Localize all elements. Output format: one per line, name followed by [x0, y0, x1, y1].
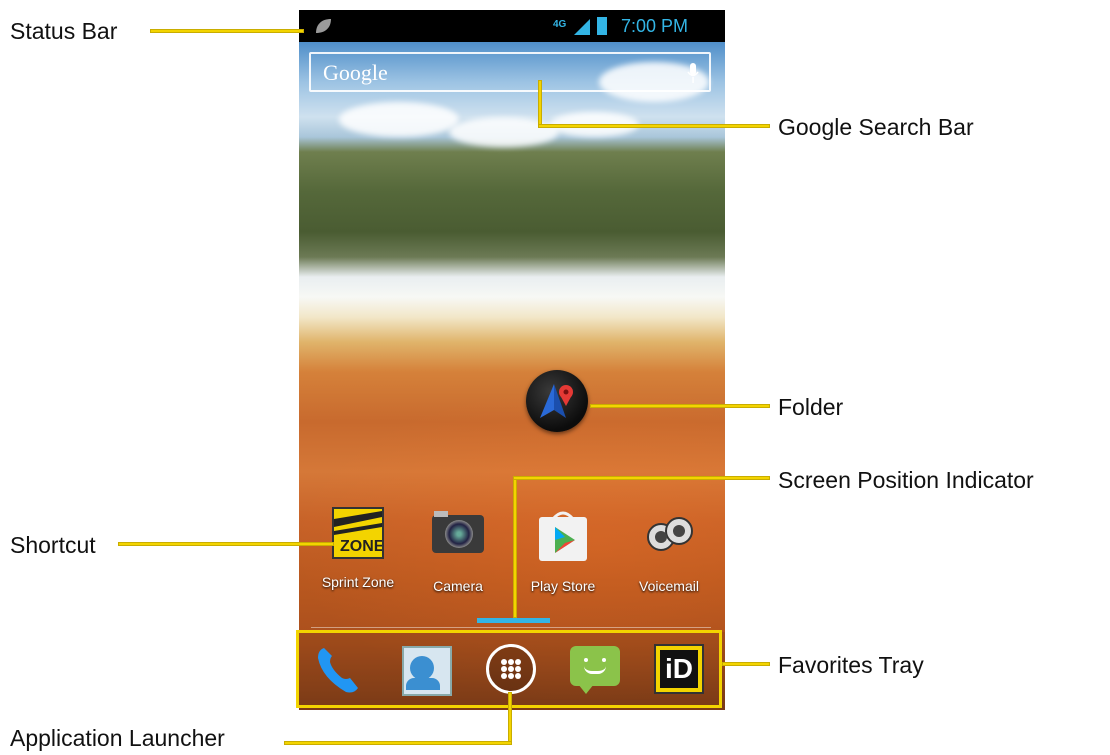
screen-position-indicator — [477, 618, 550, 623]
callout-line-search-vertical — [538, 80, 542, 126]
contacts-icon[interactable] — [396, 640, 456, 700]
callout-status-bar: Status Bar — [10, 18, 118, 44]
shortcut-play-store[interactable]: Play Store — [513, 507, 613, 594]
wallpaper — [299, 42, 725, 710]
shortcut-label: Voicemail — [639, 578, 699, 594]
callout-favorites-tray: Favorites Tray — [778, 652, 924, 678]
battery-icon — [597, 17, 607, 35]
status-bar: 4G 7:00 PM — [299, 10, 725, 42]
messaging-icon[interactable] — [566, 640, 626, 700]
svg-text:ZONE: ZONE — [340, 538, 382, 555]
app-launcher-icon[interactable] — [482, 640, 542, 700]
callout-line-status-bar — [150, 29, 304, 33]
callout-line-favorites-tray — [722, 662, 770, 666]
phone-icon[interactable] — [310, 640, 370, 700]
callout-application-launcher: Application Launcher — [10, 725, 225, 751]
shortcut-label: Camera — [433, 578, 483, 594]
notification-leaf-icon — [316, 19, 331, 33]
shortcut-label: Play Store — [530, 578, 596, 594]
callout-line-launcher-vertical — [508, 692, 512, 745]
google-logo-text: Google — [323, 60, 388, 85]
callout-line-indicator-horizontal — [513, 476, 770, 480]
play-store-icon — [535, 507, 591, 563]
navigation-icon — [540, 384, 573, 418]
callout-screen-position-indicator: Screen Position Indicator — [778, 467, 1034, 493]
network-type: 4G — [553, 19, 567, 30]
callout-line-shortcut — [118, 542, 334, 546]
shortcut-voicemail[interactable]: Voicemail — [619, 507, 719, 594]
shortcut-camera[interactable]: Camera — [408, 507, 508, 594]
callout-folder: Folder — [778, 394, 844, 420]
callout-line-launcher-horizontal — [284, 741, 512, 745]
phone-screen: 4G 7:00 PM Google ZONE Sprint Zone Camer… — [299, 10, 725, 710]
maps-folder[interactable] — [526, 370, 588, 432]
callout-google-search-bar: Google Search Bar — [778, 114, 974, 140]
voicemail-icon — [641, 507, 697, 563]
callout-line-indicator-vertical — [513, 476, 517, 618]
shortcut-sprint-zone[interactable]: ZONE Sprint Zone — [308, 507, 408, 590]
signal-icon — [574, 19, 590, 35]
sprint-zone-icon: ZONE — [332, 507, 384, 559]
tray-divider — [311, 627, 711, 628]
callout-line-search-horizontal — [538, 124, 770, 128]
google-search-bar[interactable]: Google — [309, 52, 711, 92]
status-time: 7:00 PM — [621, 16, 689, 36]
camera-icon — [430, 507, 486, 563]
shortcut-label: Sprint Zone — [321, 574, 395, 590]
callout-shortcut: Shortcut — [10, 532, 96, 558]
callout-line-folder — [590, 404, 770, 408]
id-icon[interactable]: iD — [650, 640, 710, 700]
microphone-icon[interactable] — [687, 62, 699, 84]
